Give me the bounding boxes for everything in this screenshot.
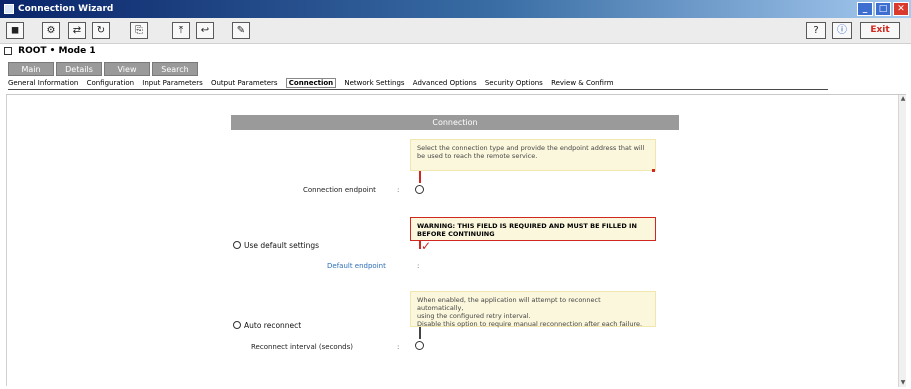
default-settings-radio[interactable]: [233, 241, 241, 249]
root-crumb-label: ROOT • Mode 1: [18, 46, 96, 56]
step-configuration[interactable]: Configuration: [87, 79, 134, 87]
note-pointer: [419, 171, 421, 183]
note-line: Disable this option to require manual re…: [417, 320, 643, 328]
window-title: Connection Wizard: [18, 4, 114, 14]
note-pointer: [419, 327, 421, 339]
note-line: When enabled, the application will attem…: [417, 296, 601, 312]
help-icon[interactable]: ?: [806, 22, 826, 39]
help-note: Select the connection type and provide t…: [410, 139, 656, 171]
tab-view[interactable]: View: [104, 62, 150, 76]
step-connection[interactable]: Connection: [285, 78, 337, 88]
section-header: Connection: [231, 115, 679, 130]
copy-icon[interactable]: ⎘: [130, 22, 148, 39]
refresh-icon[interactable]: ↻: [92, 22, 110, 39]
field-label: Connection endpoint: [303, 186, 376, 194]
minimize-button[interactable]: _: [857, 2, 873, 16]
auto-reconnect-radio[interactable]: [233, 321, 241, 329]
warning-note: WARNING: THIS FIELD IS REQUIRED AND MUST…: [410, 217, 656, 241]
upload-icon[interactable]: ⤒: [172, 22, 190, 39]
swap-icon[interactable]: ⇄: [68, 22, 86, 39]
folder-icon: [4, 46, 12, 55]
radio-label: Use default settings: [244, 241, 320, 250]
step-output[interactable]: Output Parameters: [211, 79, 278, 87]
tab-main[interactable]: Main: [8, 62, 54, 76]
note-line: using the configured retry interval.: [417, 312, 531, 320]
vertical-scrollbar[interactable]: ▲ ▼: [898, 95, 906, 387]
window-controls: _ □ ✕: [857, 2, 909, 16]
exit-button[interactable]: Exit: [860, 22, 900, 39]
scroll-up-icon[interactable]: ▲: [899, 95, 907, 103]
stop-icon[interactable]: ◼: [6, 22, 24, 39]
edit-icon[interactable]: ✎: [232, 22, 250, 39]
tab-search[interactable]: Search: [152, 62, 198, 76]
field-separator: :: [397, 343, 400, 351]
undo-icon[interactable]: ↩: [196, 22, 214, 39]
root-crumb[interactable]: ROOT • Mode 1: [4, 46, 96, 56]
step-advanced[interactable]: Advanced Options: [413, 79, 477, 87]
content-panel: Connection Select the connection type an…: [6, 94, 906, 387]
checkmark-icon: ✓: [421, 239, 432, 253]
toolbar: ◼ ⚙ ⇄ ↻ ⎘ ⤒ ↩ ✎ ? ⓘ Exit: [0, 18, 911, 44]
info-note: When enabled, the application will attem…: [410, 291, 656, 328]
maximize-button[interactable]: □: [875, 2, 891, 16]
radio-label: Auto reconnect: [244, 321, 302, 330]
settings-icon[interactable]: ⚙: [42, 22, 60, 39]
close-button[interactable]: ✕: [893, 2, 909, 16]
info-icon[interactable]: ⓘ: [832, 22, 852, 39]
app-icon: [4, 4, 14, 14]
step-review[interactable]: Review & Confirm: [551, 79, 613, 87]
field-label: Default endpoint: [327, 262, 386, 270]
window-titlebar: Connection Wizard _ □ ✕: [0, 0, 911, 18]
scroll-down-icon[interactable]: ▼: [899, 379, 907, 387]
tab-bar: Main Details View Search: [8, 62, 198, 76]
step-security[interactable]: Security Options: [485, 79, 543, 87]
step-input[interactable]: Input Parameters: [142, 79, 202, 87]
step-breadcrumbs: General Information Configuration Input …: [8, 78, 828, 90]
field-separator: :: [397, 186, 400, 194]
note-marker: [652, 169, 655, 172]
field-separator: :: [417, 262, 420, 270]
step-network[interactable]: Network Settings: [344, 79, 404, 87]
tab-details[interactable]: Details: [56, 62, 102, 76]
reconnect-interval-toggle[interactable]: [415, 341, 424, 350]
step-general[interactable]: General Information: [8, 79, 78, 87]
connection-endpoint-toggle[interactable]: [415, 185, 424, 194]
field-label: Reconnect interval (seconds): [251, 343, 353, 351]
